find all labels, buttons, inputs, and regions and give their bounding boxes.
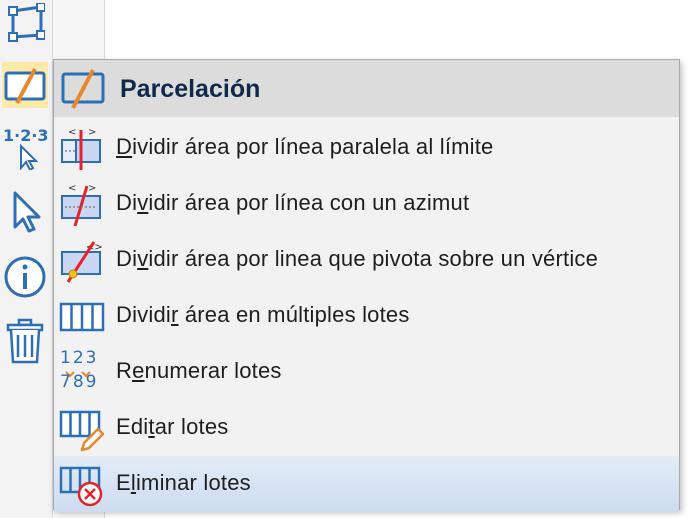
svg-text:<: < bbox=[68, 127, 76, 138]
menu-item-delete-lots[interactable]: Eliminar lotes bbox=[54, 456, 679, 512]
menu-item-multiple-lots[interactable]: Dividir área en múltiples lotes bbox=[54, 288, 679, 344]
renumber-icon-bottom: 789 bbox=[60, 372, 99, 392]
menu-item-label: Dividir área por linea que pivota sobre … bbox=[116, 246, 599, 271]
menu-item-edit-lots[interactable]: Editar lotes bbox=[54, 400, 679, 456]
divide-pivot-icon: <> bbox=[58, 238, 106, 284]
menu-item-label: Eliminar lotes bbox=[116, 470, 251, 495]
trash-tool-button[interactable] bbox=[2, 318, 48, 364]
parcelacion-menu: Parcelación < > Dividir área por línea p… bbox=[53, 59, 680, 512]
menu-item-divide-parallel[interactable]: < > Dividir área por línea paralela al l… bbox=[54, 120, 679, 176]
menu-item-label: Dividir área en múltiples lotes bbox=[116, 302, 410, 327]
menu-title: Parcelación bbox=[120, 75, 261, 103]
divide-azimuth-icon: < > bbox=[58, 182, 106, 228]
parcel-icon bbox=[3, 65, 47, 105]
renumber-icon: 123 789 bbox=[58, 348, 106, 396]
edit-lots-icon bbox=[58, 406, 106, 452]
pointer-icon bbox=[5, 189, 45, 233]
menu-item-label: Editar lotes bbox=[116, 414, 229, 439]
menu-header: Parcelación bbox=[54, 60, 679, 117]
menu-item-renumber[interactable]: 123 789 Renumerar lotes bbox=[54, 344, 679, 400]
menu-item-label: Dividir área por línea paralela al límit… bbox=[116, 134, 494, 159]
svg-text:>: > bbox=[88, 127, 96, 138]
menu-item-divide-pivot[interactable]: <> Dividir área por linea que pivota sob… bbox=[54, 232, 679, 288]
svg-text:>: > bbox=[88, 183, 96, 194]
parcel-tool-button[interactable] bbox=[2, 62, 48, 108]
left-toolbar: 1·2·3 bbox=[0, 0, 53, 518]
info-tool-button[interactable] bbox=[2, 254, 48, 300]
menu-item-label: Dividir área por línea con un azimut bbox=[116, 190, 470, 215]
renumber-select-icon: 1·2·3 bbox=[3, 124, 49, 170]
info-icon bbox=[3, 255, 47, 299]
divide-parallel-icon: < > bbox=[58, 126, 106, 172]
menu-item-divide-azimuth[interactable]: < > Dividir área por línea con un azimut bbox=[54, 176, 679, 232]
multiple-lots-icon bbox=[58, 294, 106, 340]
polygon-icon bbox=[5, 3, 45, 43]
menu-item-label: Renumerar lotes bbox=[116, 358, 282, 383]
delete-lots-icon bbox=[58, 462, 106, 508]
renumber-select-tool-button[interactable]: 1·2·3 bbox=[2, 124, 49, 170]
trash-icon bbox=[5, 318, 45, 364]
parcel-icon bbox=[59, 66, 107, 110]
pointer-tool-button[interactable] bbox=[2, 188, 48, 234]
svg-text:<: < bbox=[68, 183, 76, 194]
polygon-tool-button[interactable] bbox=[2, 0, 48, 46]
